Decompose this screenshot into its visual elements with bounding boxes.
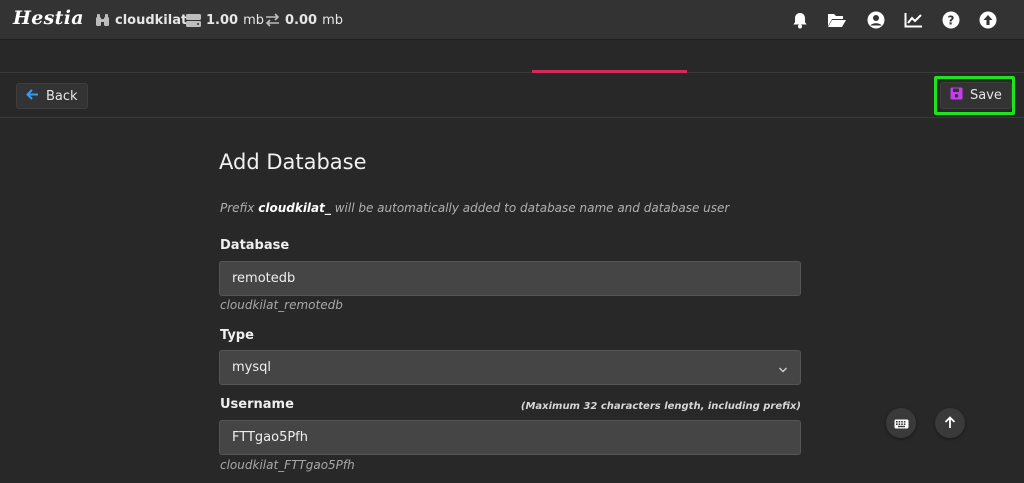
user-name: cloudkilat bbox=[115, 12, 188, 28]
hestia-logo[interactable]: Hestia bbox=[13, 7, 84, 29]
question-circle-icon[interactable]: ? bbox=[941, 10, 961, 30]
type-select-value: mysql bbox=[232, 360, 271, 375]
save-button-label: Save bbox=[970, 88, 1002, 103]
back-button[interactable]: Back bbox=[16, 83, 88, 109]
toolbar bbox=[0, 74, 1024, 118]
save-button[interactable]: Save bbox=[940, 82, 1012, 109]
exchange-arrows-icon bbox=[265, 13, 280, 27]
keyboard-shortcuts-button[interactable] bbox=[886, 408, 916, 438]
chevron-down-icon bbox=[778, 363, 788, 378]
floppy-disk-icon bbox=[950, 87, 963, 104]
username-input[interactable] bbox=[219, 420, 801, 455]
back-button-label: Back bbox=[46, 88, 78, 104]
folder-open-icon[interactable] bbox=[827, 10, 847, 30]
user-circle-icon[interactable] bbox=[866, 10, 886, 30]
prefix-value: cloudkilat_ bbox=[258, 201, 331, 215]
top-bar: Hestia cloudkilat 1.00 mb 0.00 mb ? bbox=[0, 0, 1024, 40]
chart-line-icon[interactable] bbox=[903, 10, 923, 30]
username-label: Username bbox=[220, 397, 294, 412]
bell-icon[interactable] bbox=[790, 10, 810, 30]
scroll-to-top-button[interactable] bbox=[935, 408, 965, 438]
username-length-note: (Maximum 32 characters length, including… bbox=[520, 401, 801, 412]
active-tab-indicator bbox=[532, 70, 687, 73]
tab-strip bbox=[0, 40, 1024, 73]
bandwidth-stat[interactable]: 0.00 mb bbox=[265, 11, 343, 29]
username-full-name: cloudkilat_FTTgao5Pfh bbox=[220, 458, 355, 472]
database-label: Database bbox=[220, 238, 290, 253]
arrow-circle-up-icon[interactable] bbox=[978, 10, 998, 30]
disk-unit: mb bbox=[243, 12, 264, 28]
prefix-hint: Prefix cloudkilat_ will be automatically… bbox=[220, 201, 730, 215]
type-label: Type bbox=[220, 328, 254, 343]
hard-drive-icon bbox=[186, 13, 201, 27]
page-title: Add Database bbox=[219, 150, 367, 174]
disk-stat[interactable]: 1.00 mb bbox=[186, 11, 264, 29]
binoculars-icon bbox=[95, 13, 110, 27]
keyboard-icon bbox=[894, 414, 909, 433]
disk-value: 1.00 bbox=[206, 12, 239, 28]
arrow-left-icon bbox=[26, 88, 39, 104]
type-select[interactable]: mysql bbox=[219, 350, 801, 385]
svg-text:?: ? bbox=[948, 14, 955, 28]
database-input[interactable] bbox=[219, 261, 801, 296]
user-stat[interactable]: cloudkilat bbox=[95, 11, 187, 29]
database-full-name: cloudkilat_remotedb bbox=[220, 298, 343, 312]
bandwidth-unit: mb bbox=[322, 12, 343, 28]
bandwidth-value: 0.00 bbox=[285, 12, 318, 28]
arrow-up-icon bbox=[944, 414, 956, 433]
